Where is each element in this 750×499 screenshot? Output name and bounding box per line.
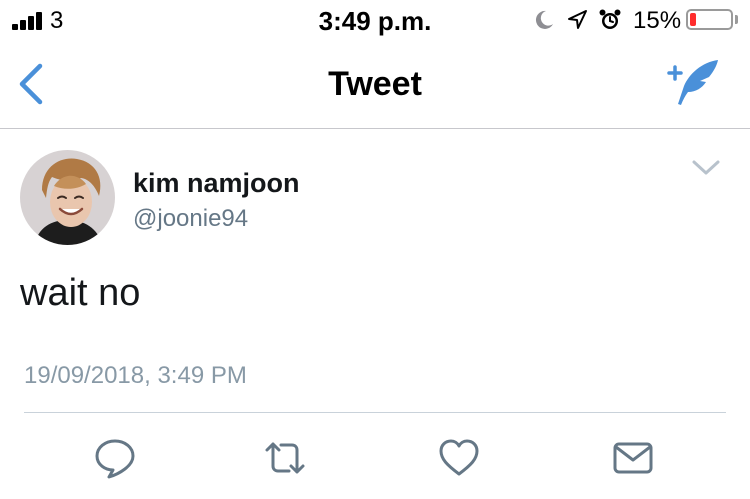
avatar[interactable] [20, 150, 115, 245]
chevron-down-icon [692, 160, 720, 175]
location-arrow-icon [568, 10, 587, 29]
tweet-text: wait no [20, 272, 141, 314]
profile-photo [20, 150, 115, 245]
alarm-icon [599, 9, 621, 29]
direct-message-button[interactable] [611, 436, 655, 480]
battery-icon [686, 9, 733, 30]
battery-terminal [735, 15, 738, 24]
compose-tweet-button[interactable] [662, 56, 724, 110]
reply-icon [95, 439, 135, 479]
like-button[interactable] [437, 436, 481, 480]
navigation-bar: Tweet [0, 40, 750, 129]
tweet-timestamp: 19/09/2018, 3:49 PM [24, 362, 247, 389]
moon-icon [535, 10, 553, 29]
compose-tweet-icon [667, 60, 718, 105]
divider [24, 412, 726, 413]
user-handle[interactable]: @joonie94 [133, 205, 248, 233]
battery-percent: 15% [633, 7, 682, 34]
display-name[interactable]: kim namjoon [133, 168, 300, 199]
like-icon [439, 439, 479, 476]
tweet-menu-button[interactable] [690, 156, 722, 178]
status-bar: 3 3:49 p.m. 15% [0, 0, 750, 40]
retweet-icon [265, 442, 305, 474]
battery-level-fill [690, 13, 696, 26]
tweet-detail-screen: 3 3:49 p.m. 15% Tweet kim namjoon @jooni… [0, 0, 750, 499]
page-title: Tweet [328, 65, 422, 103]
retweet-button[interactable] [263, 436, 307, 480]
reply-button[interactable] [93, 436, 137, 480]
direct-message-icon [613, 442, 653, 474]
